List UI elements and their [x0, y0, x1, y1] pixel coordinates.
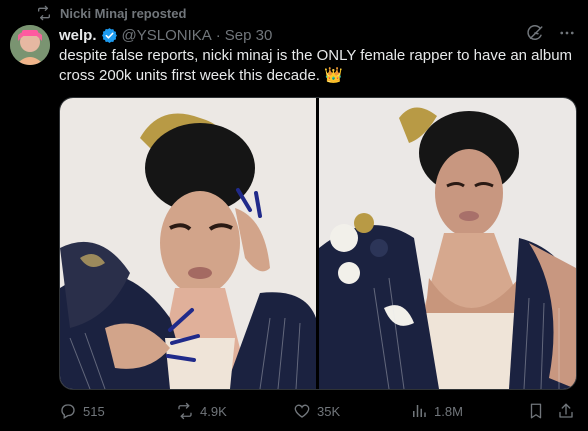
author-name[interactable]: welp.: [59, 27, 97, 44]
tweet-text: despite false reports, nicki minaj is th…: [59, 46, 579, 86]
post-date[interactable]: Sep 30: [225, 27, 273, 44]
reply-icon: [59, 402, 77, 420]
like-button[interactable]: 35K: [293, 402, 410, 420]
like-count: 35K: [317, 403, 341, 419]
media-image-2[interactable]: [319, 98, 576, 389]
views-button[interactable]: 1.8M: [410, 402, 527, 420]
grok-icon[interactable]: [526, 24, 544, 46]
reply-count: 515: [83, 403, 105, 419]
repost-indicator[interactable]: Nicki Minaj reposted: [36, 4, 186, 22]
action-bar: 515 4.9K 35K 1.8M: [59, 399, 580, 423]
reply-button[interactable]: 515: [59, 402, 176, 420]
repost-label: Nicki Minaj reposted: [60, 5, 187, 21]
bookmark-icon: [527, 402, 545, 420]
avatar[interactable]: [10, 25, 50, 65]
repost-button[interactable]: 4.9K: [176, 402, 293, 420]
author-handle[interactable]: @YSLONIKA: [122, 27, 212, 44]
repost-icon: [176, 402, 194, 420]
more-icon[interactable]: [558, 24, 576, 46]
view-count: 1.8M: [434, 403, 463, 419]
media-image-1[interactable]: [60, 98, 316, 389]
repost-count: 4.9K: [200, 403, 227, 419]
media-grid: [59, 97, 577, 390]
crown-emoji: 👑: [324, 67, 343, 84]
repost-icon: [36, 5, 52, 21]
share-icon: [557, 402, 575, 420]
tweet-body: despite false reports, nicki minaj is th…: [59, 47, 573, 84]
bookmark-button[interactable]: [527, 402, 557, 420]
views-icon: [410, 402, 428, 420]
heart-icon: [293, 402, 311, 420]
share-button[interactable]: [557, 402, 579, 420]
tweet-header: welp. @YSLONIKA · Sep 30: [59, 25, 576, 45]
verified-badge-icon[interactable]: [101, 27, 118, 44]
separator-dot: ·: [215, 26, 221, 44]
